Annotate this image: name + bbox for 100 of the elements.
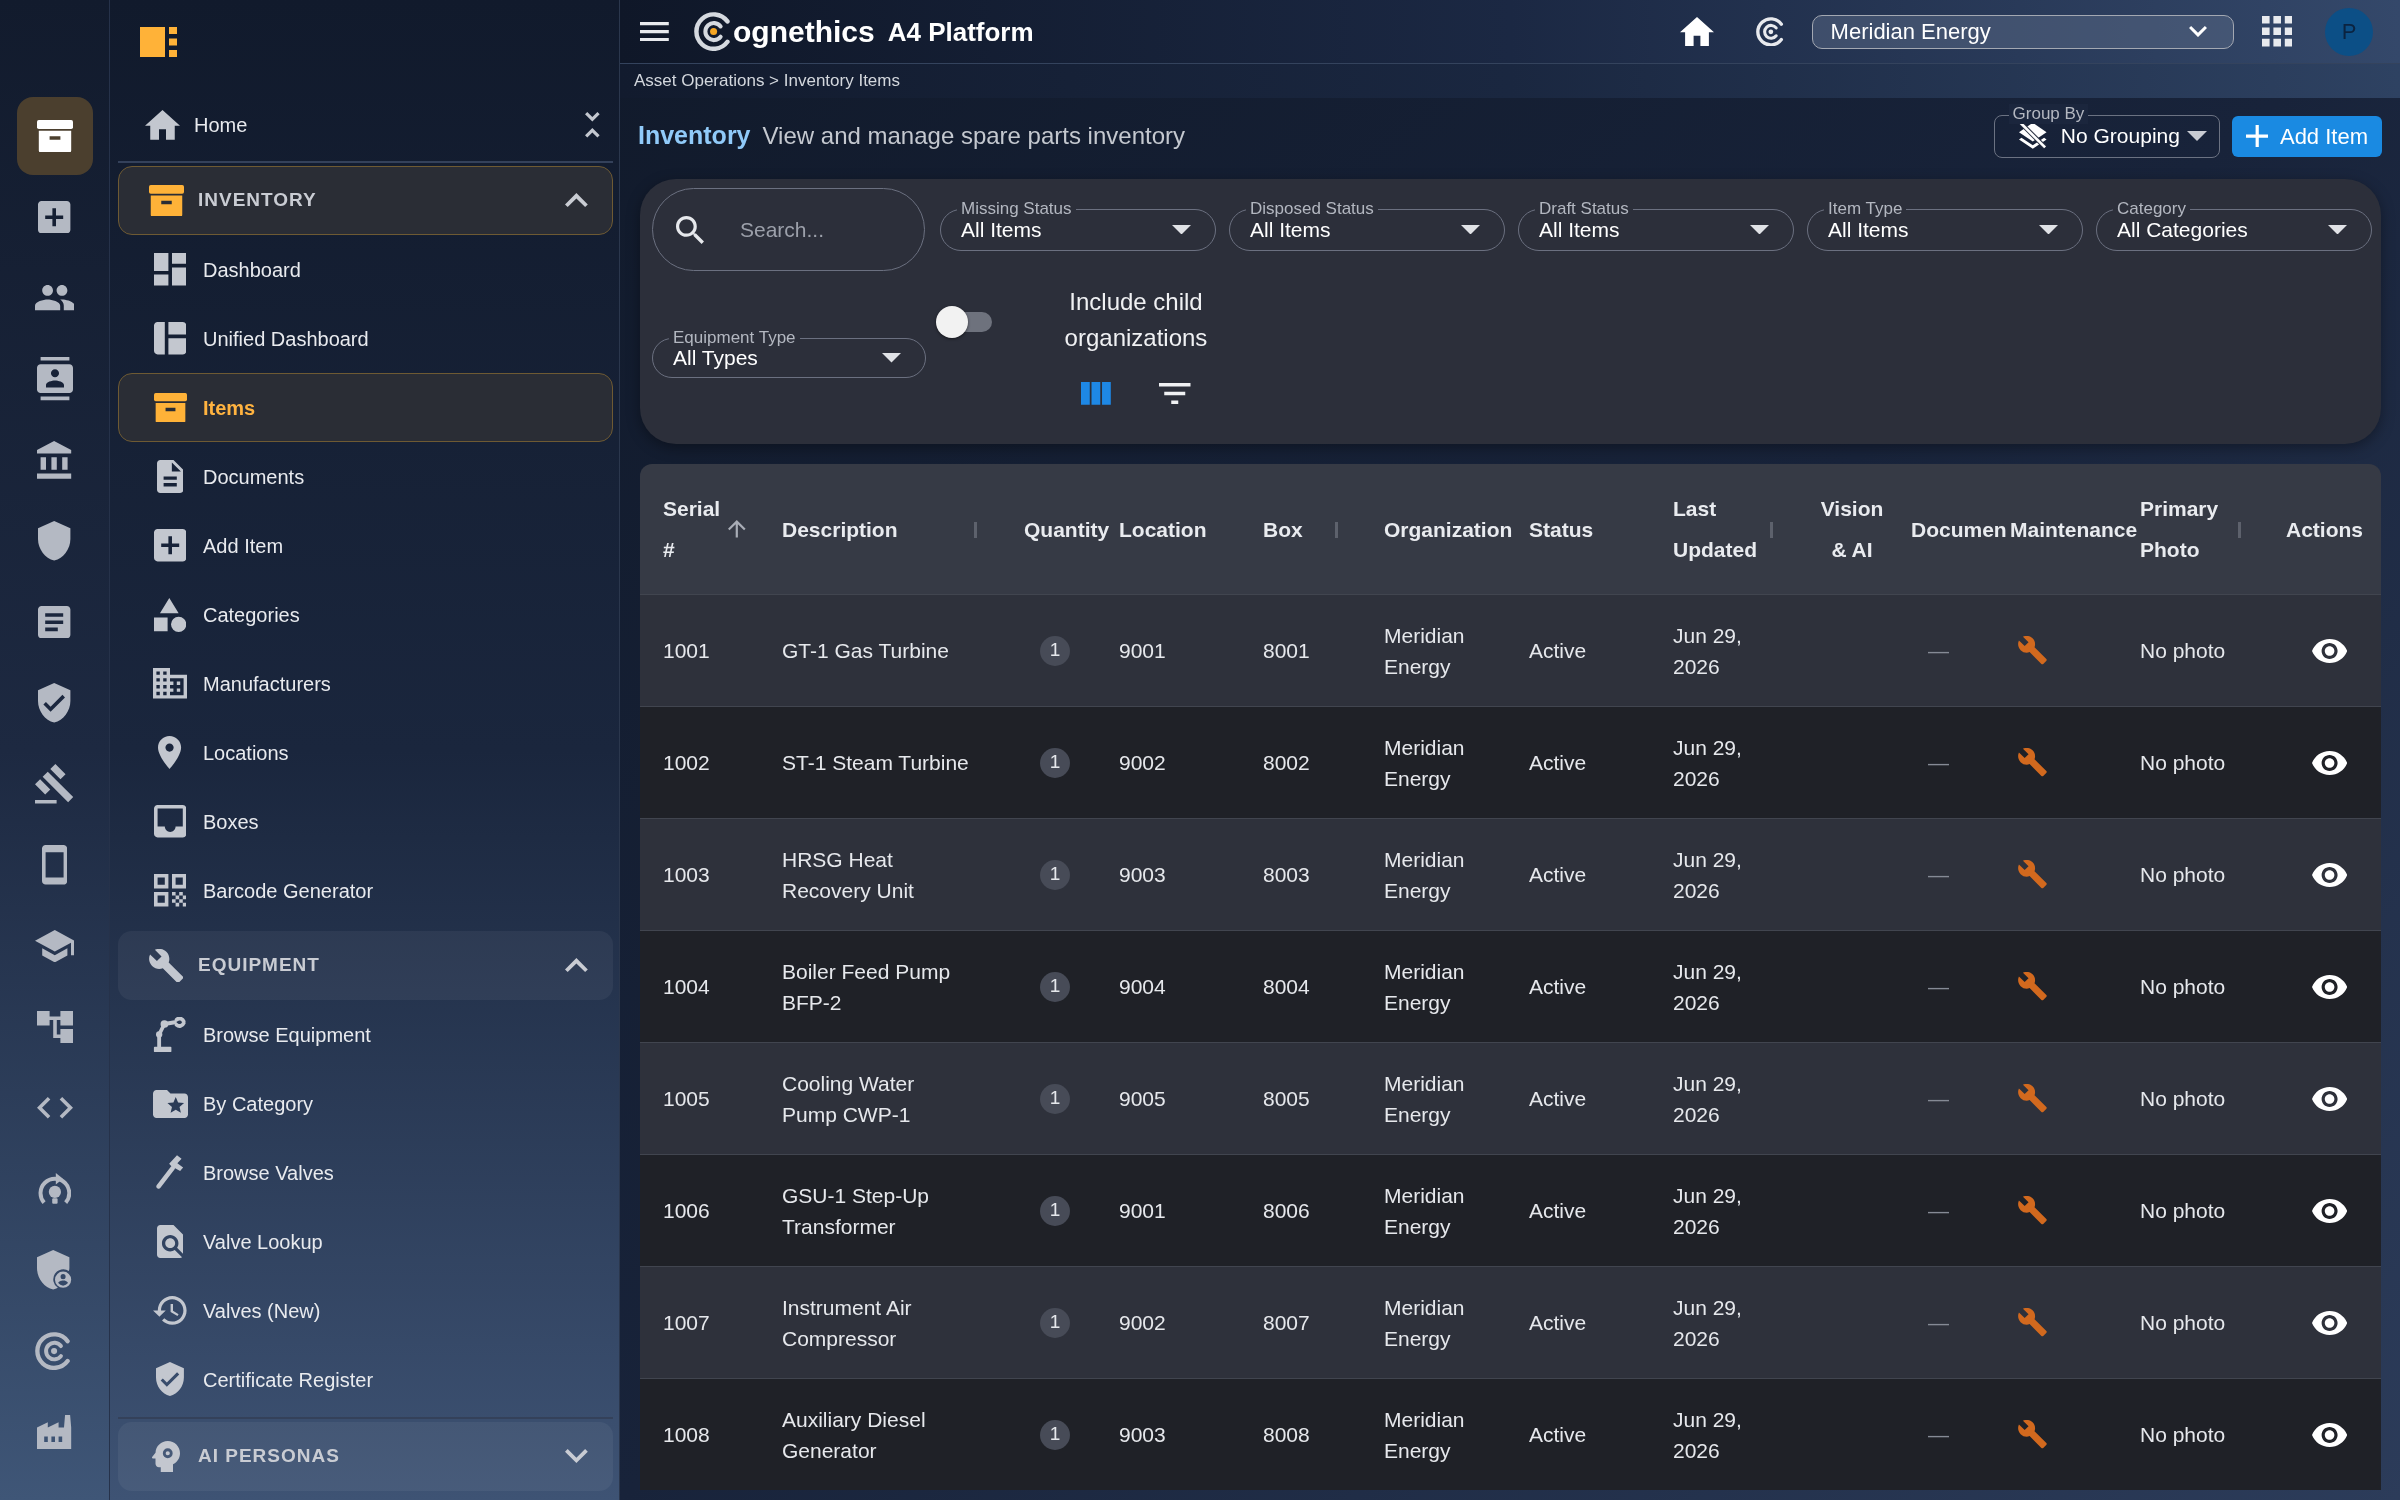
eye-icon[interactable] <box>2312 1086 2348 1111</box>
filter-icon[interactable] <box>1159 382 1191 404</box>
eye-icon[interactable] <box>2312 1198 2348 1223</box>
column-header[interactable]: Serial # <box>663 488 721 570</box>
sidebar-item[interactable]: Valve Lookup <box>118 1207 613 1276</box>
documentation-value: — <box>1928 974 1949 998</box>
item-description: Cooling Water Pump CWP-1 <box>782 1070 916 1128</box>
wrench-icon[interactable] <box>2018 636 2047 665</box>
home-icon[interactable] <box>1679 17 1714 46</box>
document-lines-icon[interactable] <box>38 605 71 639</box>
status-text: Active <box>1529 638 1587 662</box>
sidebar-group-header[interactable]: AI PERSONAS <box>118 1422 613 1491</box>
check-shield-icon[interactable] <box>38 683 71 723</box>
eye-icon[interactable] <box>2312 1310 2348 1335</box>
column-header[interactable]: Description <box>782 508 898 550</box>
wrench-icon[interactable] <box>2018 1420 2047 1449</box>
wrench-icon[interactable] <box>2018 748 2047 777</box>
shield-icon[interactable] <box>38 521 71 561</box>
sidebar-item[interactable]: Items <box>118 373 613 442</box>
sidebar-item[interactable]: Documents <box>118 442 613 511</box>
wrench-icon[interactable] <box>2018 1308 2047 1337</box>
sidebar-item[interactable]: Unified Dashboard <box>118 304 613 373</box>
phone-icon[interactable] <box>41 845 68 885</box>
eye-icon[interactable] <box>2312 1422 2348 1447</box>
archive-icon[interactable] <box>36 119 73 153</box>
sidebar-item[interactable]: Certificate Register <box>118 1345 613 1414</box>
column-header[interactable]: Vision & AI <box>1817 488 1887 570</box>
sidebar-group-header[interactable]: INVENTORY <box>118 166 613 235</box>
wrench-icon[interactable] <box>2018 860 2047 889</box>
bank-icon[interactable] <box>37 441 72 479</box>
item-description: Boiler Feed Pump BFP-2 <box>782 958 952 1016</box>
add-item-button[interactable]: Add Item <box>2231 115 2382 157</box>
column-header[interactable]: Box <box>1263 508 1303 550</box>
column-header[interactable]: Location <box>1119 508 1207 550</box>
box-code: 8006 <box>1263 1198 1310 1222</box>
sidebar-item[interactable]: Categories <box>118 580 613 649</box>
contact-card-icon[interactable] <box>36 357 73 401</box>
column-header[interactable]: Primary Photo <box>2140 488 2219 570</box>
toggle-switch[interactable] <box>936 306 994 338</box>
status-text: Active <box>1529 1422 1587 1446</box>
sidebar-group-header[interactable]: EQUIPMENT <box>118 931 613 1000</box>
column-header[interactable]: Maintenance <box>2010 508 2138 550</box>
menu-icon[interactable] <box>640 21 669 42</box>
caret-icon <box>2186 131 2207 141</box>
search-field[interactable]: Search... <box>652 188 925 271</box>
sidebar-item[interactable]: Manufacturers <box>118 649 613 718</box>
column-header[interactable]: Documen <box>1911 508 2007 550</box>
sidebar-item[interactable]: Locations <box>118 718 613 787</box>
robot-arm-icon <box>153 1017 187 1052</box>
home-link[interactable]: Home <box>145 110 248 140</box>
photo-status: No photo <box>2140 1198 2226 1222</box>
eye-icon[interactable] <box>2312 638 2348 663</box>
code-icon[interactable] <box>36 1097 73 1119</box>
layers-off-icon <box>2018 122 2047 150</box>
archive-icon <box>153 392 187 423</box>
eye-icon[interactable] <box>2312 750 2348 775</box>
sidebar-item[interactable]: Browse Equipment <box>118 1000 613 1069</box>
item-description: GSU-1 Step-Up Transformer <box>782 1182 931 1240</box>
people-icon[interactable] <box>34 285 75 311</box>
sort-arrow-icon[interactable] <box>728 520 746 538</box>
pipe-wrench-icon <box>155 1155 185 1190</box>
hierarchy-icon[interactable] <box>36 1010 73 1044</box>
location-code: 9003 <box>1119 862 1166 886</box>
item-description: ST-1 Steam Turbine <box>782 750 969 776</box>
shield-user-icon[interactable] <box>37 1250 72 1290</box>
collapse-all-icon[interactable] <box>585 112 600 138</box>
factory-icon[interactable] <box>37 1414 72 1450</box>
sidebar-item[interactable]: Add Item <box>118 511 613 580</box>
caret-icon <box>1461 224 1480 235</box>
column-header[interactable]: Status <box>1529 508 1594 550</box>
column-header[interactable]: Last Updated <box>1673 488 1757 570</box>
wrench-icon[interactable] <box>2018 1196 2047 1225</box>
organization-name: Meridian Energy <box>1384 958 1466 1016</box>
ring-logo-icon[interactable] <box>1755 16 1786 47</box>
serial-number: 1005 <box>663 1086 710 1110</box>
eye-icon[interactable] <box>2312 974 2348 999</box>
field-label: Group By <box>2008 103 2089 124</box>
wrench-icon[interactable] <box>2018 972 2047 1001</box>
column-header[interactable]: Quantity <box>1024 508 1110 550</box>
sidebar-item[interactable]: Barcode Generator <box>118 856 613 925</box>
sidebar-item[interactable]: Valves (New) <box>118 1276 613 1345</box>
gavel-icon[interactable] <box>35 764 74 804</box>
location-code: 9004 <box>1119 974 1166 998</box>
sidebar-item[interactable]: By Category <box>118 1069 613 1138</box>
sidebar-item[interactable]: Dashboard <box>118 235 613 304</box>
bulb-cycle-icon[interactable] <box>37 1172 72 1206</box>
serial-number: 1004 <box>663 974 710 998</box>
column-header[interactable]: Organization <box>1384 508 1513 550</box>
organization-select[interactable]: Meridian Energy <box>1811 14 2234 49</box>
plus-box-icon[interactable] <box>38 200 71 234</box>
layout-blocks-icon[interactable] <box>140 27 177 57</box>
apps-grid-icon[interactable] <box>2261 16 2292 47</box>
columns-icon[interactable] <box>1081 382 1112 405</box>
wrench-icon[interactable] <box>2018 1084 2047 1113</box>
column-header[interactable]: Actions <box>2286 508 2363 550</box>
eye-icon[interactable] <box>2312 862 2348 887</box>
sidebar-item[interactable]: Browse Valves <box>118 1138 613 1207</box>
updated-date: Jun 29, 2026 <box>1673 1070 1743 1128</box>
graduation-cap-icon[interactable] <box>34 929 75 963</box>
sidebar-item[interactable]: Boxes <box>118 787 613 856</box>
